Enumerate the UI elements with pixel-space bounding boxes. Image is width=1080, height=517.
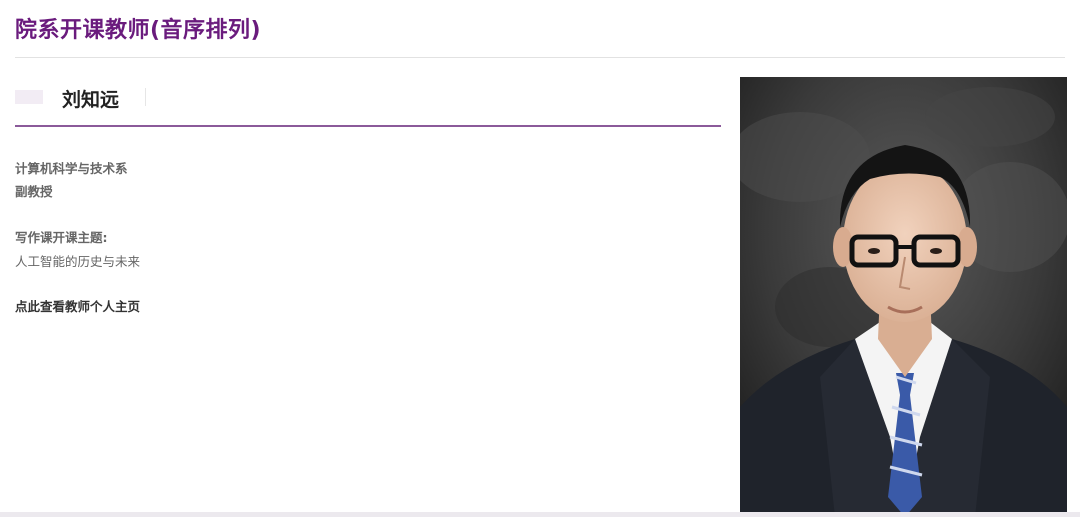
- bottom-strip: [0, 512, 1080, 517]
- topic-value: 人工智能的历史与未来: [15, 254, 141, 269]
- teacher-rank: 副教授: [15, 184, 53, 199]
- name-accent-block: [15, 90, 43, 104]
- title-divider: [15, 57, 1065, 58]
- name-separator: [145, 88, 146, 106]
- name-underline: [15, 125, 721, 127]
- topic-label: 写作课开课主题:: [15, 230, 108, 245]
- teacher-photo: [740, 77, 1067, 517]
- teacher-name: 刘知远: [62, 89, 120, 111]
- teacher-homepage-link[interactable]: 点此查看教师个人主页: [15, 298, 140, 316]
- teacher-department: 计算机科学与技术系: [15, 161, 128, 176]
- page-title: 院系开课教师(音序排列): [15, 18, 262, 43]
